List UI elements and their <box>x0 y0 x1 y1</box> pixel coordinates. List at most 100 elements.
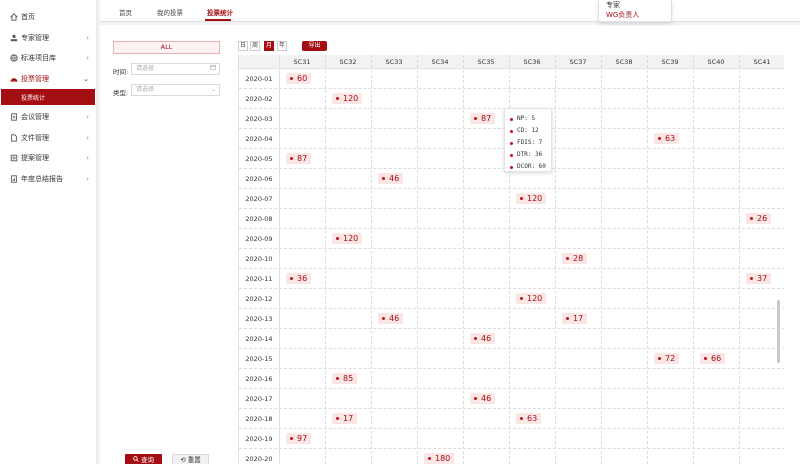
vote-count-chip[interactable]: 36 <box>286 273 312 284</box>
column-header: SC38 <box>615 58 633 66</box>
row-period-label: 2020-05 <box>245 155 273 163</box>
dropdown-option-wg-leader[interactable]: WG负责人 <box>599 10 671 20</box>
sidebar-item-6[interactable]: 提案管理 › <box>0 148 96 169</box>
table-row: 2020-12 120 <box>239 289 784 309</box>
time-picker-input[interactable]: 请选择 <box>131 63 220 75</box>
vertical-scrollbar[interactable] <box>777 300 780 363</box>
vote-count-chip[interactable]: 46 <box>470 333 496 344</box>
filter-panel: ALL 时间: 请选择 类型: 请选择 ⌄ 查询 ⟲ 重置 <box>100 25 232 464</box>
table-row: 2020-09 120 <box>239 229 784 249</box>
table-row: 2020-18 17 63 <box>239 409 784 429</box>
vote-count-chip[interactable]: 60 <box>286 73 312 84</box>
vote-count-chip[interactable]: 46 <box>378 313 404 324</box>
chevron-right-icon: › <box>86 54 89 62</box>
row-period-label: 2020-08 <box>245 215 273 223</box>
export-button[interactable]: 导出 <box>302 41 327 51</box>
type-placeholder: 请选择 <box>136 86 155 93</box>
sidebar-item-2[interactable]: 标准项目库 › <box>0 48 96 69</box>
column-header: SC32 <box>339 58 357 66</box>
row-period-label: 2020-10 <box>245 255 273 263</box>
sidebar-item-label: 投票管理 <box>21 74 49 83</box>
tab-home[interactable]: 首页 <box>119 7 132 17</box>
row-period-label: 2020-13 <box>245 315 273 323</box>
table-row: 2020-11 36 37 <box>239 269 784 289</box>
column-header: SC39 <box>661 58 679 66</box>
reset-button[interactable]: ⟲ 重置 <box>172 454 209 464</box>
submenu-item-vote-statistics[interactable]: 投票统计 <box>1 89 95 105</box>
vote-count-chip[interactable]: 85 <box>332 373 358 384</box>
column-header: SC33 <box>385 58 403 66</box>
vote-count-chip[interactable]: 87 <box>470 113 496 124</box>
vote-count-chip[interactable]: 17 <box>562 313 588 324</box>
vote-count-chip[interactable]: 37 <box>746 273 772 284</box>
user-upload-icon <box>9 33 18 42</box>
row-period-label: 2020-04 <box>245 135 273 143</box>
tab-my-votes[interactable]: 我的投票 <box>157 7 183 17</box>
type-select[interactable]: 请选择 ⌄ <box>131 84 220 96</box>
table-row: 2020-01 60 <box>239 69 784 89</box>
sidebar-item-label: 文件管理 <box>21 133 49 142</box>
row-period-label: 2020-03 <box>245 115 273 123</box>
vote-count-chip[interactable]: 28 <box>562 253 588 264</box>
sidebar-item-3[interactable]: 投票管理 ⌄ <box>0 69 96 90</box>
row-period-label: 2020-09 <box>245 235 273 243</box>
home-icon <box>9 13 18 22</box>
sidebar-item-0[interactable]: 首页 <box>0 7 96 28</box>
vote-count-chip[interactable]: 66 <box>700 353 726 364</box>
vote-count-chip[interactable]: 17 <box>332 413 358 424</box>
vote-count-chip[interactable]: 180 <box>424 453 455 464</box>
table-row: 2020-15 72 66 <box>239 349 784 369</box>
chevron-right-icon: › <box>86 113 89 121</box>
type-label: 类型: <box>113 89 129 97</box>
tab-vote-statistics[interactable]: 投票统计 <box>207 7 233 17</box>
column-header: SC37 <box>569 58 587 66</box>
row-period-label: 2020-16 <box>245 375 273 383</box>
time-label: 时间: <box>113 68 129 76</box>
sidebar-item-7[interactable]: 年度总结报告 › <box>0 169 96 190</box>
sidebar-item-label: 会议管理 <box>21 113 49 122</box>
dropdown-option-expert[interactable]: 专家 <box>599 0 671 10</box>
table-row: 2020-16 85 <box>239 369 784 389</box>
vote-count-chip[interactable]: 46 <box>470 393 496 404</box>
vote-count-chip[interactable]: 87 <box>286 153 312 164</box>
tooltip-item: CD: 12 <box>505 125 551 137</box>
chevron-right-icon: › <box>86 33 89 42</box>
view-toggle-year[interactable]: 年 <box>277 41 287 51</box>
vote-count-chip[interactable]: 120 <box>332 233 363 244</box>
tooltip-item: NP: 5 <box>505 113 551 125</box>
view-toggle-day[interactable]: 日 <box>238 41 248 51</box>
sidebar-item-label: 标准项目库 <box>21 54 56 63</box>
column-header: SC36 <box>523 58 541 66</box>
row-period-label: 2020-18 <box>245 415 273 423</box>
vote-hat-icon <box>9 74 18 83</box>
view-toggle-month[interactable]: 月 <box>264 41 274 51</box>
vote-count-chip[interactable]: 120 <box>516 193 547 204</box>
column-header: SC31 <box>293 58 311 66</box>
vote-count-chip[interactable]: 97 <box>286 433 312 444</box>
table-row: 2020-19 97 <box>239 429 784 449</box>
all-filter-button[interactable]: ALL <box>113 41 220 54</box>
sidebar-item-1[interactable]: 专家管理 › <box>0 28 96 49</box>
sidebar-item-label: 首页 <box>21 13 35 22</box>
vote-count-chip[interactable]: 120 <box>332 93 363 104</box>
sidebar: 首页 专家管理 › 标准项目库 › 投票管理 ⌄ 投票统计 会议管理 › 文件管理 › 提案管理 › 年度总… <box>0 0 97 464</box>
globe-icon <box>9 54 18 63</box>
table-row: 2020-08 26 <box>239 209 784 229</box>
row-period-label: 2020-14 <box>245 335 273 343</box>
vote-count-chip[interactable]: 72 <box>654 353 680 364</box>
vote-count-chip[interactable]: 26 <box>746 213 772 224</box>
query-button[interactable]: 查询 <box>125 454 162 464</box>
vote-count-chip[interactable]: 46 <box>378 173 404 184</box>
main-content: ALL 时间: 请选择 类型: 请选择 ⌄ 查询 ⟲ 重置 日 周 月 年 导出… <box>100 25 800 464</box>
sidebar-item-label: 专家管理 <box>21 33 49 42</box>
chevron-down-icon: ⌄ <box>83 74 89 83</box>
view-toggle-week[interactable]: 周 <box>250 41 260 51</box>
row-period-label: 2020-01 <box>245 75 273 83</box>
vote-count-chip[interactable]: 120 <box>516 293 547 304</box>
column-header: SC35 <box>477 58 495 66</box>
table-row: 2020-02 120 <box>239 89 784 109</box>
sidebar-item-5[interactable]: 文件管理 › <box>0 128 96 149</box>
vote-count-chip[interactable]: 63 <box>516 413 542 424</box>
sidebar-item-4[interactable]: 会议管理 › <box>0 107 96 128</box>
vote-count-chip[interactable]: 63 <box>654 133 680 144</box>
